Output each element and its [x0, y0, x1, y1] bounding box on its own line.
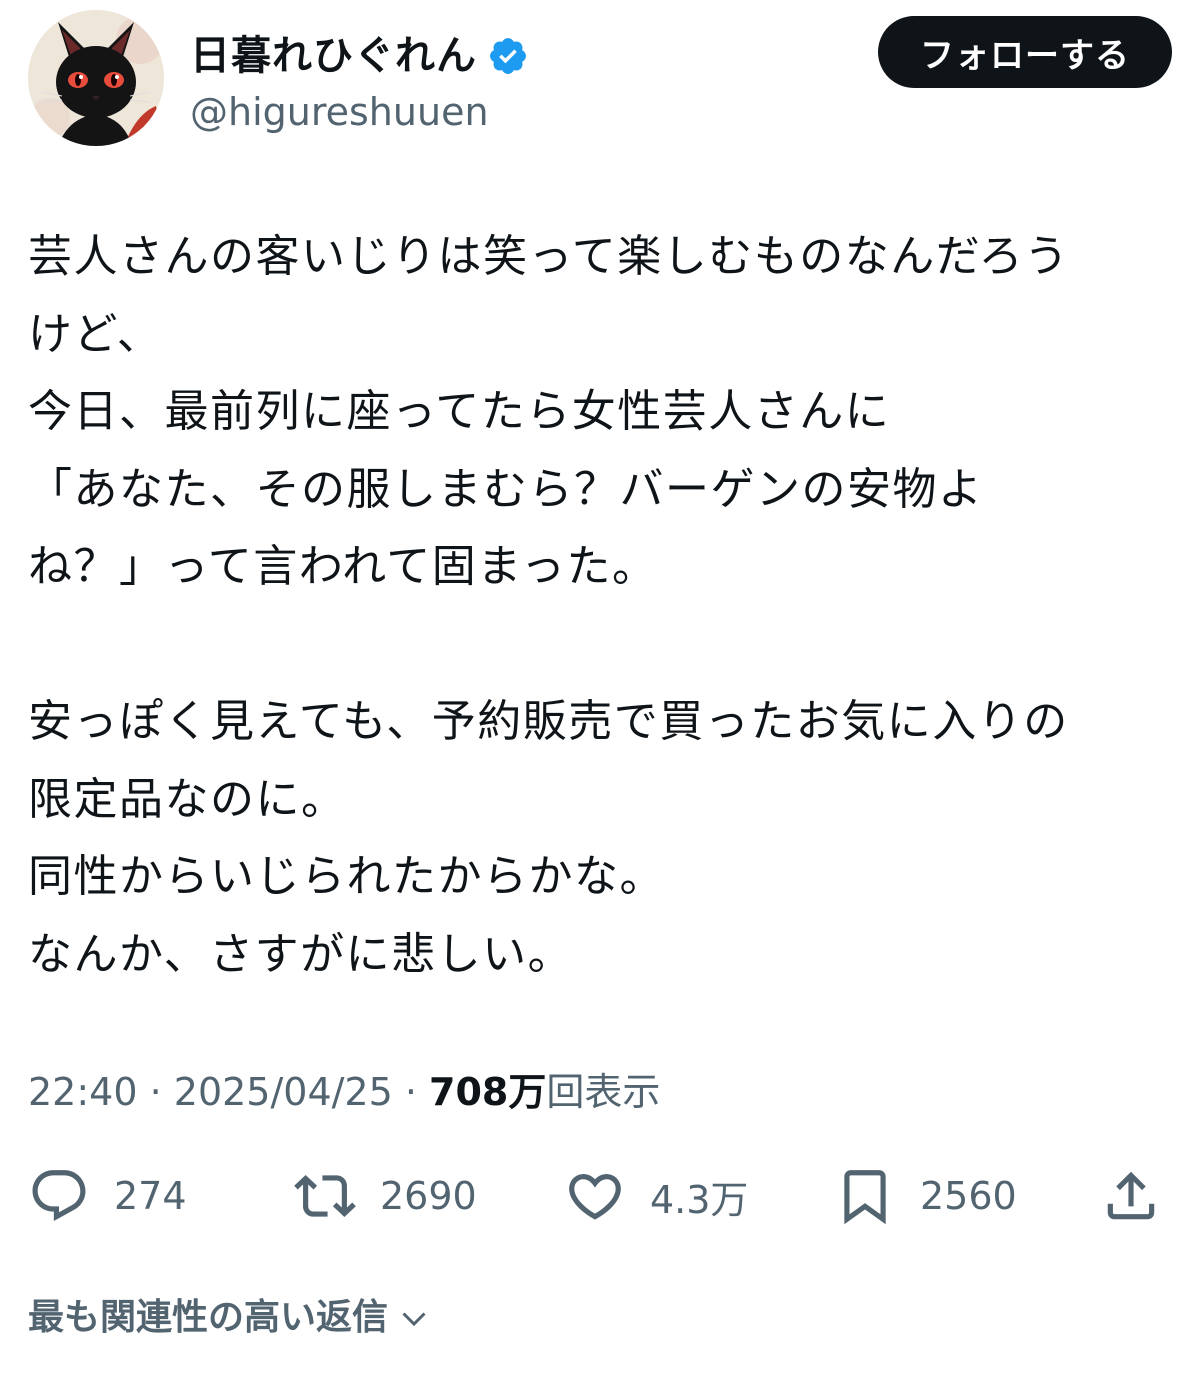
bookmark-icon [834, 1165, 896, 1227]
tweet-text-line: ね？」って言われて固まった。 [28, 541, 658, 592]
author-handle[interactable]: @higureshuuen [190, 88, 489, 136]
tweet-text-line: けど、 [28, 308, 163, 360]
tweet-actions-bar: 274 2690 4.3万 2560 [28, 1160, 1164, 1232]
tweet-text-line: 限定品なのに。 [28, 773, 347, 825]
retweet-icon [294, 1165, 356, 1227]
reply-button[interactable]: 274 [28, 1160, 187, 1232]
verified-badge-icon [487, 35, 529, 77]
bookmark-button[interactable]: 2560 [834, 1160, 1017, 1232]
black-cat-avatar-icon[interactable] [28, 10, 164, 146]
like-count: 4.3万 [650, 1177, 749, 1222]
meta-separator: · [137, 1070, 174, 1114]
retweet-button[interactable]: 2690 [294, 1160, 477, 1232]
views-count: 708万 [429, 1070, 547, 1114]
tweet-text-line: 安っぽく見えても、予約販売で買ったお気に入りの [28, 696, 1069, 747]
tweet-text-line: 「あなた、その服しまむら？バーゲンの安物よ [28, 463, 984, 515]
replies-sort-dropdown[interactable]: 最も関連性の高い返信 [28, 1290, 432, 1346]
meta-separator: · [392, 1070, 430, 1114]
tweet-header: 日暮れひぐれん @higureshuuen フォローする [28, 10, 1172, 150]
tweet-text-line: 芸人さんの客いじりは笑って楽しむものなんだろう [28, 231, 1070, 282]
tweet-time[interactable]: 22:40 [28, 1070, 138, 1114]
heart-icon [564, 1165, 626, 1227]
tweet-meta: 22:40 · 2025/04/25 · 708万回表示 [28, 1064, 660, 1120]
tweet-text: 芸人さんの客いじりは笑って楽しむものなんだろう けど、 今日、最前列に座ってたら… [28, 218, 1178, 993]
follow-button[interactable]: フォローする [878, 16, 1172, 88]
author-display-name[interactable]: 日暮れひぐれん [190, 32, 477, 80]
retweet-count: 2690 [380, 1174, 477, 1218]
tweet-text-line: なんか、さすがに悲しい。 [28, 928, 574, 980]
share-icon [1100, 1165, 1162, 1227]
replies-sort-label: 最も関連性の高い返信 [28, 1297, 389, 1338]
chevron-down-icon [396, 1300, 432, 1336]
bookmark-count: 2560 [920, 1174, 1017, 1218]
tweet-date[interactable]: 2025/04/25 [174, 1070, 393, 1114]
author-name-row: 日暮れひぐれん [190, 32, 529, 80]
tweet-text-blank-line [28, 606, 1178, 684]
reply-count: 274 [114, 1174, 187, 1218]
tweet-text-line: 今日、最前列に座ってたら女性芸人さんに [28, 386, 891, 437]
tweet-text-line: 同性からいじられたからかな。 [28, 851, 665, 902]
reply-icon [28, 1165, 90, 1227]
views-label: 回表示 [546, 1070, 661, 1114]
share-button[interactable] [1100, 1160, 1162, 1232]
like-button[interactable]: 4.3万 [564, 1160, 748, 1232]
